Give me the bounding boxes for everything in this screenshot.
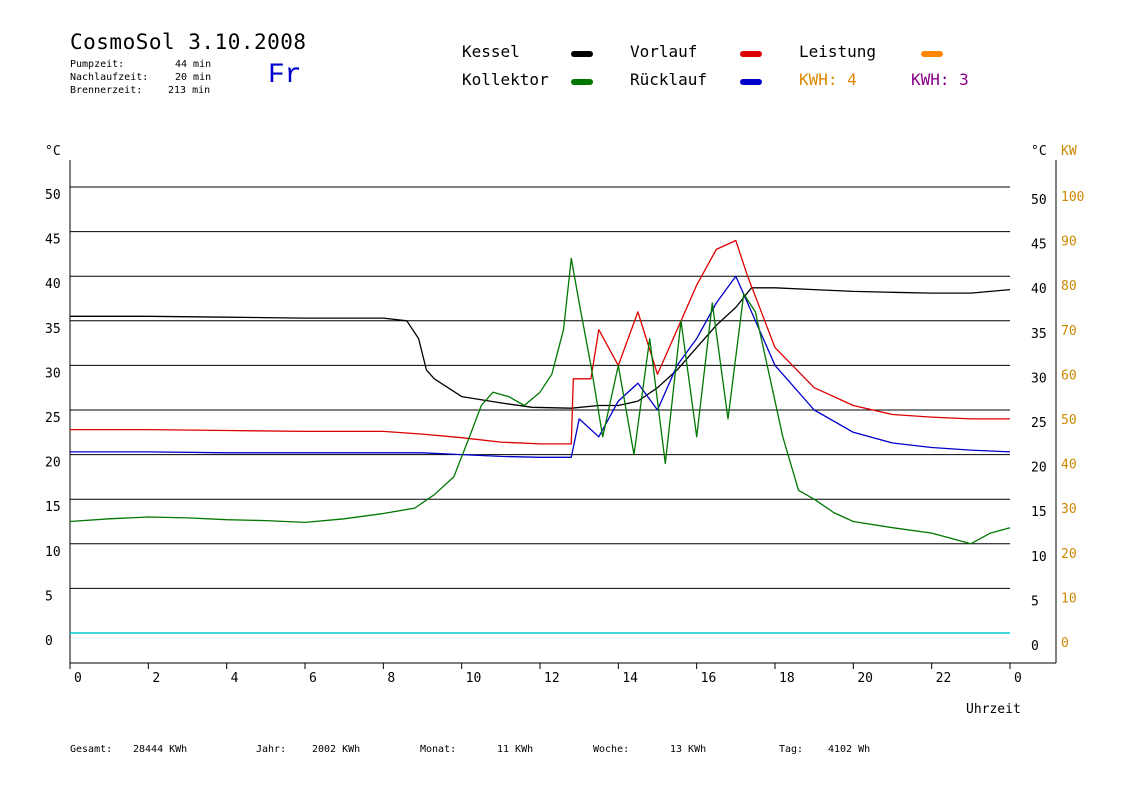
footer-value: 28444 KWh <box>133 744 188 755</box>
y2-tick-label: 60 <box>1061 368 1077 383</box>
y2-tick-label: 70 <box>1061 324 1077 339</box>
series-line-vorlauf <box>70 239 1010 445</box>
y-tick-label: 35 <box>45 322 61 337</box>
y-tick-label: 5 <box>45 589 53 604</box>
y-tick-label: 40 <box>45 277 61 292</box>
y-tick-label-right: 0 <box>1031 639 1039 654</box>
y-tick-label-right: 10 <box>1031 550 1047 565</box>
x-tick-label: 22 <box>936 671 952 686</box>
x-tick-label: 0 <box>74 671 82 686</box>
x-tick-label: 14 <box>622 671 638 686</box>
y2-tick-label: 50 <box>1061 413 1077 428</box>
y-tick-label: 0 <box>45 634 53 649</box>
series-line-kessel <box>70 287 1011 409</box>
footer-label: Monat: <box>420 744 457 755</box>
y-tick-label-right: 50 <box>1031 193 1047 208</box>
y2-tick-label: 100 <box>1061 190 1084 205</box>
x-tick-label: 4 <box>231 671 239 686</box>
y-tick-label: 20 <box>45 456 61 471</box>
y-tick-label: 10 <box>45 545 61 560</box>
y-tick-label: 15 <box>45 500 61 515</box>
y2-tick-label: 10 <box>1061 591 1077 606</box>
x-tick-label: 8 <box>387 671 395 686</box>
footer-label: Jahr: <box>256 744 287 755</box>
y-tick-label-right: 20 <box>1031 461 1047 476</box>
x-tick-label: 6 <box>309 671 317 686</box>
series-line-kollektor <box>69 257 1011 545</box>
y-tick-label-right: 5 <box>1031 594 1039 609</box>
x-tick-label: 20 <box>857 671 873 686</box>
footer-label: Tag: <box>779 744 804 755</box>
footer-value: 2002 KWh <box>312 744 361 755</box>
chart-area: 0 0 05 5 1010 10 2015 15 3020 20 4025 25 5030 30 6035 3… <box>45 160 1084 686</box>
y-tick-label-right: 25 <box>1031 416 1047 431</box>
footer-label: Woche: <box>593 744 630 755</box>
footer-label: Gesamt: <box>70 744 113 755</box>
y-tick-label: 25 <box>45 411 61 426</box>
x-tick-label: 2 <box>152 671 160 686</box>
x-tick-label: 16 <box>701 671 717 686</box>
y2-tick-label: 80 <box>1061 279 1077 294</box>
y-tick-label-right: 45 <box>1031 238 1047 253</box>
x-tick-label: 10 <box>466 671 482 686</box>
x-tick-label: 18 <box>779 671 795 686</box>
y2-tick-label: 20 <box>1061 547 1077 562</box>
y2-tick-label: 30 <box>1061 502 1077 517</box>
y-tick-label-right: 30 <box>1031 371 1047 386</box>
x-tick-label: 0 <box>1014 671 1022 686</box>
y-tick-label: 50 <box>45 188 61 203</box>
y2-tick-label: 0 <box>1061 636 1069 651</box>
y-tick-label-right: 15 <box>1031 505 1047 520</box>
x-tick-label: 12 <box>544 671 560 686</box>
y-tick-label-right: 40 <box>1031 282 1047 297</box>
y-tick-label-right: 35 <box>1031 327 1047 342</box>
y-tick-label: 30 <box>45 366 61 381</box>
footer-value: 4102 Wh <box>828 744 871 755</box>
y-tick-label: 45 <box>45 233 61 248</box>
footer-value: 11 KWh <box>497 744 534 755</box>
y2-tick-label: 40 <box>1061 458 1077 473</box>
y2-tick-label: 90 <box>1061 235 1077 250</box>
footer-value: 13 KWh <box>670 744 707 755</box>
